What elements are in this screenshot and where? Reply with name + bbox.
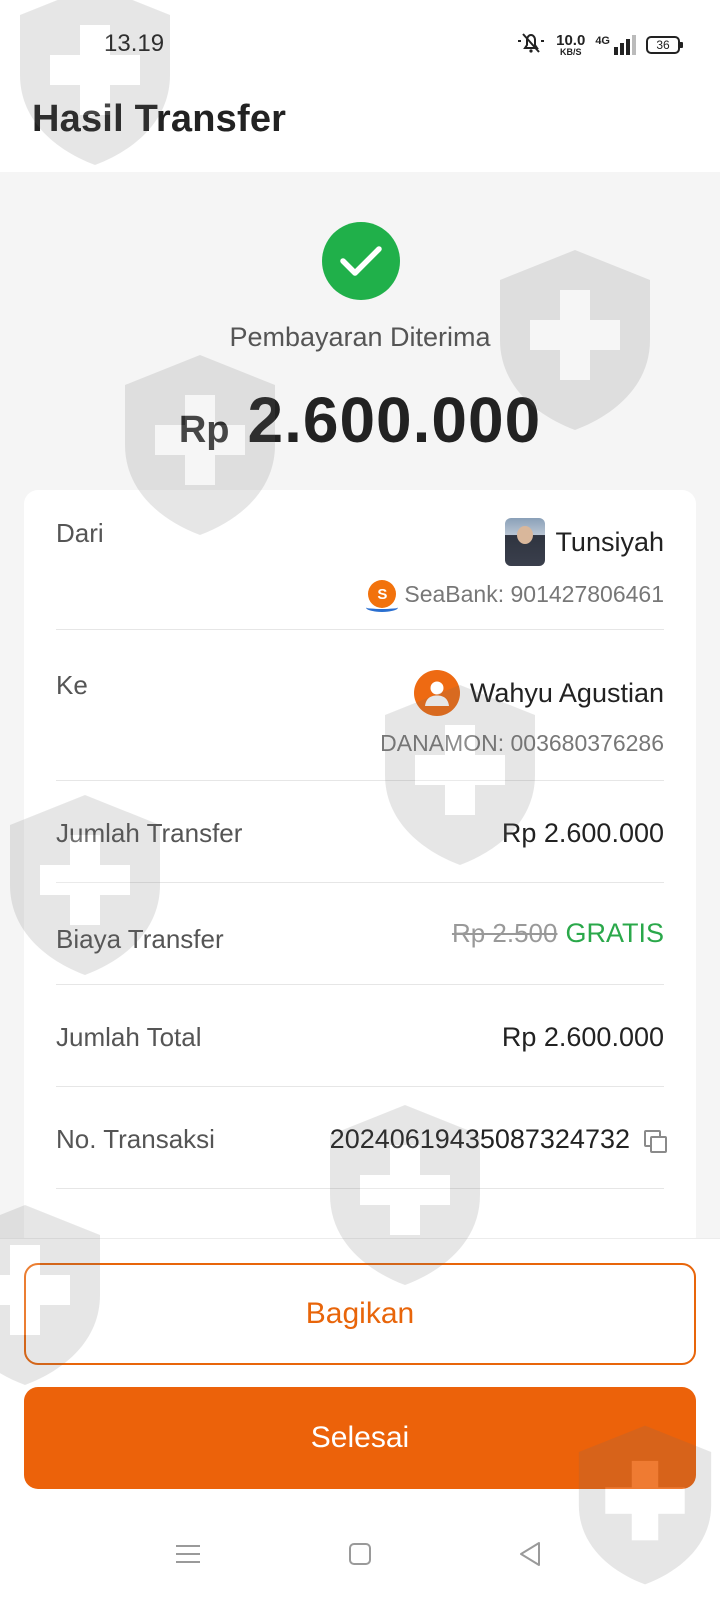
- transfer-fee-original: Rp 2.500: [451, 918, 558, 948]
- divider: [56, 882, 664, 883]
- transfer-fee-label: Biaya Transfer: [56, 924, 224, 954]
- sender-avatar: [505, 518, 546, 566]
- divider: [56, 984, 664, 985]
- to-detail: Wahyu Agustian DANAMON: 003680376286: [380, 670, 664, 757]
- amount-value: 2.600.000: [247, 384, 542, 456]
- row-transfer-amount: Jumlah Transfer Rp 2.600.000: [56, 818, 664, 858]
- to-label: Ke: [56, 670, 88, 700]
- net-speed-value: 10.0: [556, 32, 586, 49]
- mute-bell-icon: [516, 31, 546, 60]
- network-type: 4G: [595, 35, 610, 47]
- divider: [56, 780, 664, 781]
- done-button[interactable]: Selesai: [24, 1387, 696, 1489]
- seabank-logo-icon: S: [366, 580, 399, 612]
- divider: [56, 629, 664, 630]
- transfer-amount-label: Jumlah Transfer: [56, 818, 243, 848]
- net-speed-unit: KB/S: [559, 47, 582, 57]
- system-nav-bar: [0, 1510, 720, 1600]
- person-icon: [413, 670, 460, 716]
- row-transfer-fee: Biaya Transfer Rp 2.500 GRATIS: [56, 918, 664, 958]
- row-to: Ke Wahyu Agustian DANAMON: 003680376286: [56, 670, 664, 770]
- status-bar: 13.19 10.0 KB/S 4G 36: [0, 0, 720, 80]
- total-label: Jumlah Total: [56, 1022, 202, 1052]
- back-triangle-icon[interactable]: [512, 1536, 548, 1572]
- transaction-id-value: 20240619435087324732: [329, 1124, 630, 1154]
- from-label: Dari: [56, 518, 104, 548]
- total-value: Rp 2.600.000: [501, 1022, 664, 1052]
- divider: [56, 1086, 664, 1087]
- transaction-id-label: No. Transaksi: [56, 1124, 215, 1154]
- row-from: Dari Tunsiyah S SeaBank: 901427806461: [56, 518, 664, 618]
- net-speed: 10.0 KB/S: [556, 33, 585, 57]
- sender-account: SeaBank: 901427806461: [404, 580, 664, 607]
- amount-currency: Rp: [178, 409, 230, 451]
- home-square-icon[interactable]: [342, 1536, 378, 1572]
- divider: [56, 1188, 664, 1189]
- transaction-detail-card: Dari Tunsiyah S SeaBank: 901427806461 Ke: [24, 490, 696, 1250]
- signal-icon: 4G: [595, 35, 636, 55]
- share-button[interactable]: Bagikan: [24, 1263, 696, 1365]
- battery-icon: 36: [646, 36, 683, 54]
- transfer-amount-value: Rp 2.600.000: [501, 818, 664, 848]
- transfer-fee-detail: Rp 2.500 GRATIS: [452, 918, 664, 949]
- transfer-amount-display: Rp 2.600.000: [0, 383, 720, 457]
- check-circle-icon: [322, 222, 400, 300]
- copy-icon[interactable]: [644, 1129, 667, 1153]
- header: Hasil Transfer: [0, 80, 720, 172]
- from-detail: Tunsiyah S SeaBank: 901427806461: [366, 518, 664, 612]
- payment-status: Pembayaran Diterima: [229, 322, 491, 352]
- menu-icon[interactable]: [170, 1536, 206, 1572]
- status-time: 13.19: [104, 30, 165, 57]
- row-transaction-id: No. Transaksi 20240619435087324732: [56, 1124, 667, 1164]
- transaction-id-detail: 20240619435087324732: [329, 1124, 667, 1155]
- sender-name: Tunsiyah: [555, 526, 664, 557]
- recipient-account: DANAMON: 003680376286: [380, 730, 664, 756]
- row-total: Jumlah Total Rp 2.600.000: [56, 1022, 664, 1062]
- recipient-name: Wahyu Agustian: [469, 677, 664, 708]
- status-icons: 10.0 KB/S 4G 36: [516, 30, 683, 60]
- transfer-fee-free: GRATIS: [565, 918, 664, 948]
- page-title: Hasil Transfer: [32, 98, 287, 140]
- seabank-logo-letter: S: [377, 585, 388, 603]
- battery-level: 36: [656, 38, 670, 52]
